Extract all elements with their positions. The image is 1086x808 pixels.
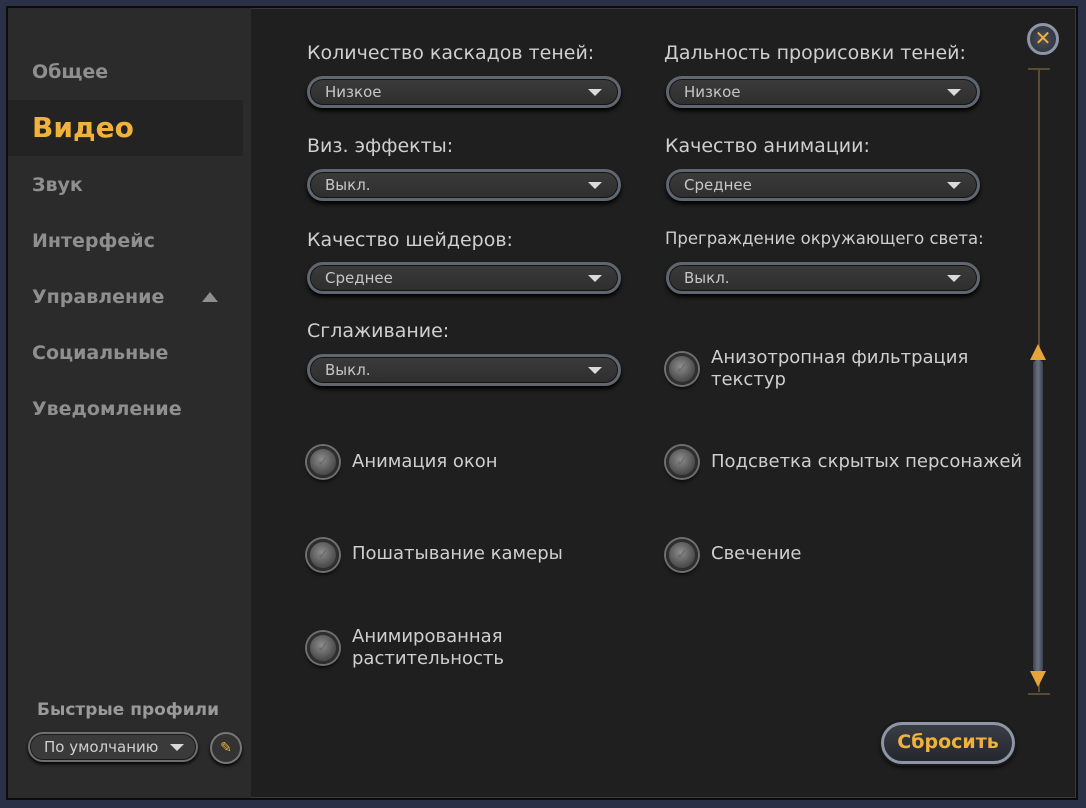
animated-foliage-label-line2: растительность	[352, 648, 504, 669]
visual-effects-value: Выкл.	[325, 176, 371, 194]
shadow-cascades-dropdown[interactable]: Низкое	[307, 76, 621, 108]
nav-item-notifications[interactable]: Уведомление	[8, 381, 243, 437]
check-icon: ✓	[676, 547, 688, 563]
animated-foliage-toggle[interactable]: ✓	[307, 632, 339, 664]
chevron-down-icon	[170, 744, 184, 751]
animated-foliage-label: Анимированная растительность	[352, 626, 504, 670]
antialiasing-label: Сглаживание:	[307, 320, 450, 342]
window-animation-label: Анимация окон	[352, 451, 498, 472]
quick-profiles-value: По умолчанию	[44, 738, 159, 756]
camera-shake-toggle[interactable]: ✓	[307, 539, 339, 571]
hidden-chars-label: Подсветка скрытых персонажей	[711, 451, 1023, 472]
ambient-occlusion-label: Преграждение окружающего света:	[665, 229, 984, 248]
shader-quality-label: Качество шейдеров:	[307, 229, 513, 251]
anisotropic-label-line2: текстур	[711, 369, 786, 390]
close-button[interactable]: ✕	[1027, 23, 1059, 55]
animation-quality-dropdown[interactable]: Среднее	[666, 169, 980, 201]
window-animation-toggle[interactable]: ✓	[307, 446, 339, 478]
nav-item-general[interactable]: Общее	[8, 44, 243, 100]
nav-item-sound[interactable]: Звук	[8, 157, 243, 213]
animated-foliage-label-line1: Анимированная	[352, 626, 503, 647]
check-icon: ✓	[676, 361, 688, 377]
chevron-down-icon	[947, 275, 961, 282]
edit-profile-button[interactable]: ✎	[210, 732, 242, 764]
shadow-distance-value: Низкое	[684, 83, 741, 101]
camera-shake-label: Пошатывание камеры	[352, 543, 563, 564]
shader-quality-dropdown[interactable]: Среднее	[307, 262, 621, 294]
antialiasing-value: Выкл.	[325, 361, 371, 379]
check-icon: ✓	[676, 454, 688, 470]
nav-item-video[interactable]: Видео	[8, 100, 243, 156]
chevron-down-icon	[588, 367, 602, 374]
visual-effects-dropdown[interactable]: Выкл.	[307, 169, 621, 201]
hidden-chars-toggle[interactable]: ✓	[666, 446, 698, 478]
chevron-down-icon	[588, 182, 602, 189]
animation-quality-value: Среднее	[684, 176, 752, 194]
ambient-occlusion-value: Выкл.	[684, 269, 730, 287]
scroll-up-arrow-icon[interactable]	[1030, 344, 1046, 360]
pencil-icon: ✎	[220, 740, 232, 756]
ambient-occlusion-dropdown[interactable]: Выкл.	[666, 262, 980, 294]
shadow-cascades-label: Количество каскадов теней:	[307, 42, 595, 64]
shader-quality-value: Среднее	[325, 269, 393, 287]
scroll-down-arrow-icon[interactable]	[1030, 671, 1046, 687]
chevron-down-icon	[947, 89, 961, 96]
glow-toggle[interactable]: ✓	[666, 539, 698, 571]
shadow-cascades-value: Низкое	[325, 83, 382, 101]
nav-item-interface[interactable]: Интерфейс	[8, 213, 243, 269]
chevron-down-icon	[947, 182, 961, 189]
expand-up-icon[interactable]	[202, 292, 218, 302]
check-icon: ✓	[317, 547, 329, 563]
scrollbar-thumb[interactable]	[1033, 360, 1043, 672]
quick-profiles-dropdown[interactable]: По умолчанию	[28, 732, 198, 762]
reset-button[interactable]: Сбросить	[881, 722, 1015, 764]
scrollbar-bottom-cap	[1028, 693, 1050, 695]
check-icon: ✓	[317, 640, 329, 656]
glow-label: Свечение	[711, 543, 802, 564]
visual-effects-label: Виз. эффекты:	[307, 135, 454, 157]
check-icon: ✓	[317, 454, 329, 470]
antialiasing-dropdown[interactable]: Выкл.	[307, 354, 621, 386]
anisotropic-label-line1: Анизотропная фильтрация	[711, 347, 969, 368]
shadow-distance-dropdown[interactable]: Низкое	[666, 76, 980, 108]
chevron-down-icon	[588, 275, 602, 282]
chevron-down-icon	[588, 89, 602, 96]
anisotropic-toggle[interactable]: ✓	[666, 353, 698, 385]
shadow-distance-label: Дальность прорисовки теней:	[664, 42, 966, 64]
quick-profiles-label: Быстрые профили	[37, 700, 219, 720]
animation-quality-label: Качество анимации:	[665, 135, 870, 157]
anisotropic-label: Анизотропная фильтрация текстур	[711, 347, 968, 391]
nav-item-social[interactable]: Социальные	[8, 325, 243, 381]
close-icon: ✕	[1034, 26, 1052, 50]
